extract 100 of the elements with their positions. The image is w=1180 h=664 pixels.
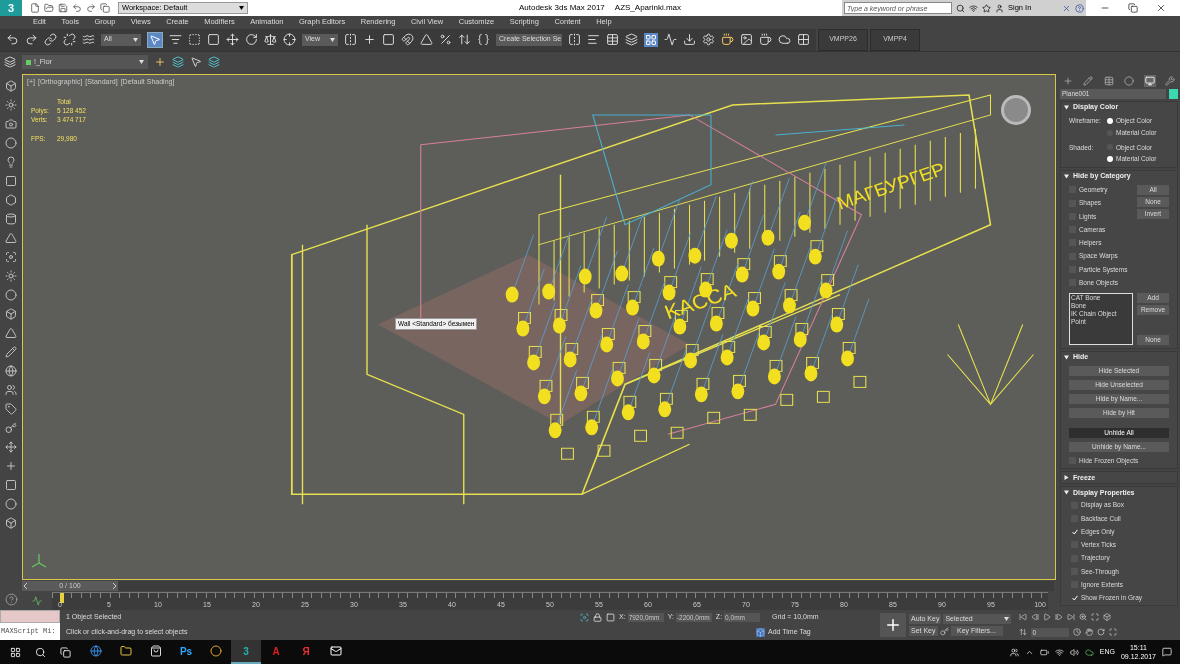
box-icon[interactable] [5,80,17,92]
layer-stack-icon[interactable] [172,56,184,68]
collapse-icon[interactable] [1064,105,1069,110]
rotate-icon[interactable] [245,33,258,46]
zoom-icon[interactable] [1079,613,1088,622]
go-to-start-icon[interactable] [1019,613,1028,622]
checkbox[interactable] [1071,528,1078,536]
isolate-icon[interactable] [580,613,589,622]
radio-button[interactable] [1107,117,1113,124]
square-icon[interactable] [5,175,17,187]
key-icon[interactable] [5,422,17,434]
plus-icon[interactable] [5,460,17,472]
redo-icon[interactable] [86,3,96,13]
new-file-icon[interactable] [30,3,40,13]
orbit-icon[interactable] [1097,628,1106,637]
app-letter-icon[interactable]: A [272,643,280,659]
rendered-frame-icon[interactable] [740,33,753,46]
viewcube-icon[interactable] [1001,95,1031,125]
collapse-icon[interactable] [1064,174,1069,179]
checkbox[interactable] [1071,594,1078,602]
previous-key-icon[interactable] [1031,613,1040,622]
align-icon[interactable] [587,33,600,46]
task-view-icon[interactable] [60,646,71,658]
triangle-icon[interactable] [5,232,17,244]
window-icon[interactable] [100,3,110,13]
volume-icon[interactable] [1069,647,1079,657]
percent-snap-icon[interactable] [439,33,452,46]
save-icon[interactable] [58,3,68,13]
taskbar-app[interactable]: Я [291,640,321,664]
cylinder-icon[interactable] [5,213,17,225]
key-icon[interactable] [939,626,949,636]
user-icon[interactable] [995,3,1004,13]
monitor-icon[interactable] [1143,75,1156,87]
pan-icon[interactable] [1085,628,1094,637]
camera-icon[interactable] [5,118,17,130]
taskbar-app[interactable]: A [261,640,291,664]
wrench-icon[interactable] [1163,75,1176,87]
collapse-icon[interactable] [1064,354,1069,360]
box-icon[interactable] [5,308,17,320]
previous-frame-icon[interactable] [22,582,30,590]
lock-icon[interactable] [593,613,602,622]
move-icon[interactable] [5,441,17,453]
notifications-icon[interactable] [1162,647,1172,657]
object-color-swatch[interactable] [1169,89,1178,99]
caret-icon[interactable] [239,6,244,10]
material-editor-icon[interactable] [702,33,715,46]
people-icon[interactable] [1009,647,1019,657]
zoom-extents-icon[interactable] [1091,613,1100,622]
x-logo-icon[interactable] [1062,3,1071,13]
next-frame-icon[interactable] [110,582,118,590]
taskbar-app[interactable]: Ps [171,640,201,664]
curve-editor-icon[interactable] [32,596,42,606]
help-icon[interactable] [1075,3,1084,13]
close-icon[interactable] [1156,3,1166,13]
hierarchy-icon[interactable] [1102,75,1115,87]
triangle-icon[interactable] [5,327,17,339]
select-by-name-icon[interactable] [169,33,182,46]
cloud-icon[interactable] [1084,647,1094,657]
sun-icon[interactable] [5,99,17,111]
layer-manager-icon[interactable] [4,56,16,68]
hexagon-icon[interactable] [5,194,17,206]
taskbar-app[interactable]: 3 [231,640,261,664]
start-icon[interactable] [10,646,21,658]
next-key-icon[interactable] [1055,613,1064,622]
scene-explorer-icon[interactable] [606,33,619,46]
unlink-icon[interactable] [63,33,76,46]
globe-icon[interactable] [5,365,17,377]
sun-icon[interactable] [5,270,17,282]
battery-icon[interactable] [1039,647,1049,657]
render-cloud-icon[interactable] [778,33,791,46]
app-letter-icon[interactable]: 3 [243,643,249,659]
move-icon[interactable] [226,33,239,46]
collapse-icon[interactable] [1064,490,1069,496]
time-slider-marker[interactable] [60,593,64,603]
snaps-toggle-icon[interactable] [401,33,414,46]
selection-region-icon[interactable] [188,33,201,46]
box-icon[interactable] [5,517,17,529]
curve-editor-icon[interactable] [664,33,677,46]
maximize-viewport-icon[interactable] [1109,628,1118,637]
pencil-icon[interactable] [1082,75,1095,87]
layer-explorer-icon[interactable] [625,33,638,46]
app-letter-icon[interactable]: Ps [179,643,193,659]
wifi-icon[interactable] [1054,647,1064,657]
scale-icon[interactable] [264,33,277,46]
bulb-icon[interactable] [5,156,17,168]
listener-field[interactable] [0,610,60,623]
plus-icon[interactable] [1062,75,1074,87]
add-layer-icon[interactable] [154,56,166,68]
play-icon[interactable] [1043,613,1052,622]
circle-icon[interactable] [5,498,17,510]
square-icon[interactable] [5,479,17,491]
star-icon[interactable] [982,3,991,13]
radio-button[interactable] [1107,156,1113,163]
focus-icon[interactable] [5,251,17,263]
expand-icon[interactable] [1064,475,1069,481]
restore-icon[interactable] [1128,3,1138,13]
circle-icon[interactable] [5,137,17,149]
help-icon[interactable] [4,593,18,606]
link-icon[interactable] [44,33,57,46]
people-icon[interactable] [5,384,17,396]
